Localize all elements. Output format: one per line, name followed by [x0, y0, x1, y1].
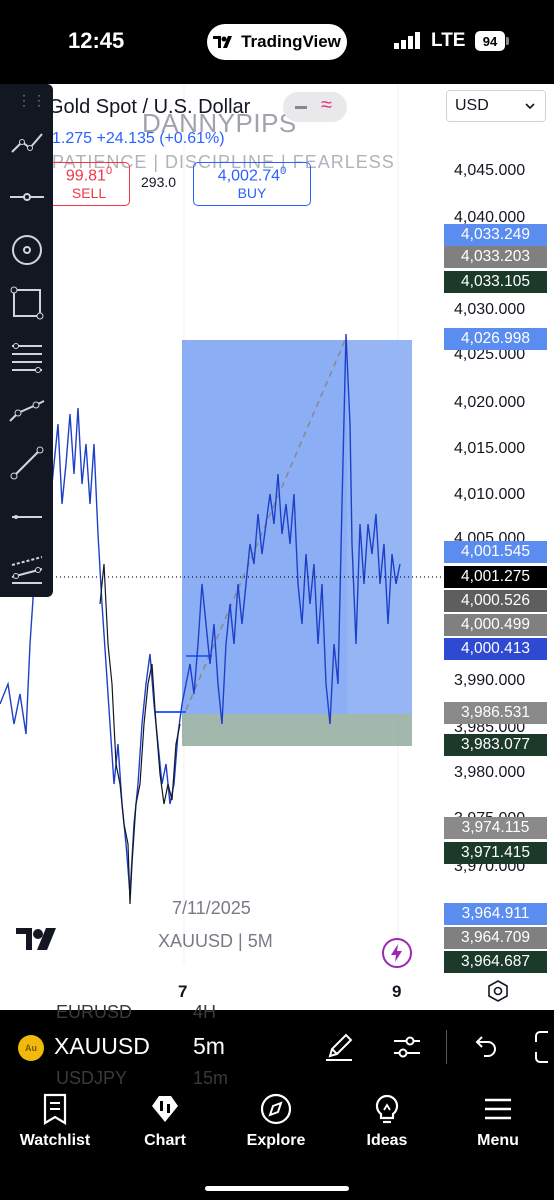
chart-icon	[152, 1096, 178, 1122]
sell-price-sup: 0	[105, 165, 113, 177]
battery-icon: 94	[475, 31, 505, 51]
menu-icon	[485, 1098, 511, 1120]
nav-menu[interactable]: Menu	[448, 1090, 548, 1160]
home-indicator	[205, 1186, 349, 1191]
indicator-toggle[interactable]: ≈	[283, 92, 347, 122]
price-tag: 4,001.275	[444, 566, 547, 588]
pencil-icon[interactable]	[322, 1030, 356, 1064]
circle-tool-icon[interactable]	[6, 229, 48, 271]
chart-symbol-interval: XAUUSD | 5M	[158, 931, 273, 951]
price-tag: 3,964.911	[444, 903, 547, 925]
price-change: 1.275 +24.135 (+0.61%)	[52, 130, 225, 147]
fib-tool-icon[interactable]	[6, 336, 48, 378]
lightbulb-icon	[375, 1094, 399, 1124]
nav-label: Ideas	[366, 1132, 408, 1149]
nav-watchlist[interactable]: Watchlist	[5, 1090, 105, 1160]
battery-tip	[506, 37, 509, 45]
tradingview-logo-icon	[213, 36, 233, 48]
indicators-icon[interactable]	[390, 1030, 424, 1064]
price-tag: 4,033.203	[444, 246, 547, 268]
rectangle-tool-icon[interactable]	[6, 282, 48, 324]
horizontal-line-icon[interactable]	[6, 176, 48, 218]
sell-button[interactable]: 99.810 SELL	[48, 162, 130, 206]
buy-price: 4,002.74	[217, 167, 281, 185]
lightning-icon[interactable]	[382, 938, 412, 968]
price-tag: 4,033.105	[444, 271, 547, 293]
price-tag: 3,986.531	[444, 702, 547, 724]
parallel-channel-icon[interactable]	[6, 549, 48, 591]
price-tag: 3,964.687	[444, 951, 547, 973]
status-time: 12:45	[68, 28, 125, 53]
buy-price-sup: 0	[280, 165, 287, 177]
settings-hex-icon[interactable]	[487, 980, 509, 1002]
nav-label: Chart	[144, 1132, 186, 1149]
price-tag: 4,001.545	[444, 541, 547, 563]
nav-explore[interactable]: Explore	[226, 1090, 326, 1160]
price-tag: 4,000.526	[444, 590, 547, 612]
time-axis-label: 7	[178, 982, 188, 1001]
axis-label: 4,045.000	[454, 162, 526, 179]
price-tag: 4,033.249	[444, 224, 547, 246]
buy-button[interactable]: 4,002.740 BUY	[193, 162, 311, 206]
nav-label: Explore	[246, 1132, 306, 1149]
minus-icon	[295, 106, 307, 109]
line-tool-icon[interactable]	[6, 442, 48, 484]
compass-icon	[260, 1093, 292, 1125]
axis-label: 4,030.000	[454, 301, 526, 318]
price-tag: 3,971.415	[444, 842, 547, 864]
price-series-dark	[99, 563, 181, 905]
ghost-symbol: EURUSD	[56, 1002, 133, 1022]
chevron-down-icon	[525, 103, 535, 110]
price-tag: 3,974.115	[444, 817, 547, 839]
watchlist-icon	[43, 1093, 67, 1125]
axis-label: 4,015.000	[454, 440, 526, 457]
toolbar-grip-icon[interactable]: ⋮⋮	[17, 92, 47, 109]
divider	[446, 1030, 447, 1064]
stop-zone[interactable]	[182, 714, 412, 746]
price-tag: 4,000.413	[444, 638, 547, 660]
ray-tool-icon[interactable]	[6, 389, 48, 431]
interval-selector[interactable]: 5m	[193, 1033, 225, 1060]
nav-chart[interactable]: Chart	[115, 1090, 215, 1160]
gold-coin-icon: Au	[18, 1035, 44, 1061]
app-name: TradingView	[241, 32, 341, 51]
ghost-interval: 4H	[193, 1002, 217, 1022]
crosshair-date: 7/11/2025	[172, 898, 251, 918]
approx-icon: ≈	[321, 94, 332, 116]
price-tag: 3,983.077	[444, 734, 547, 756]
axis-label: 4,020.000	[454, 394, 526, 411]
hline-segment-icon[interactable]	[6, 496, 48, 538]
symbol-selector[interactable]: XAUUSD	[54, 1033, 150, 1060]
fullscreen-icon[interactable]	[534, 1030, 554, 1064]
network-label: LTE	[431, 30, 466, 51]
currency-value: USD	[455, 97, 489, 114]
price-tag: 4,000.499	[444, 614, 547, 636]
axis-label: 3,980.000	[454, 764, 526, 781]
buy-label: BUY	[237, 185, 267, 201]
tradingview-watermark-icon	[16, 928, 56, 950]
time-axis-label: 9	[392, 982, 402, 1001]
undo-icon[interactable]	[470, 1032, 500, 1062]
nav-ideas[interactable]: Ideas	[337, 1090, 437, 1160]
price-tag: 3,964.709	[444, 927, 547, 949]
battery-level: 94	[482, 33, 498, 49]
sell-label: SELL	[71, 185, 107, 201]
trend-tool-icon[interactable]	[6, 122, 48, 164]
target-zone-ext	[347, 340, 412, 714]
symbol-title[interactable]: Gold Spot / U.S. Dollar	[48, 96, 250, 119]
nav-label: Menu	[477, 1132, 519, 1149]
app-pill[interactable]: TradingView	[207, 24, 347, 60]
spread-value: 293.0	[141, 174, 177, 190]
signal-icon	[394, 32, 420, 49]
price-tag: 4,026.998	[444, 328, 547, 350]
sell-price: 99.81	[65, 167, 106, 185]
axis-label: 3,990.000	[454, 672, 526, 689]
axis-label: 4,010.000	[454, 486, 526, 503]
currency-select[interactable]: USD	[446, 90, 546, 122]
nav-label: Watchlist	[19, 1132, 91, 1149]
